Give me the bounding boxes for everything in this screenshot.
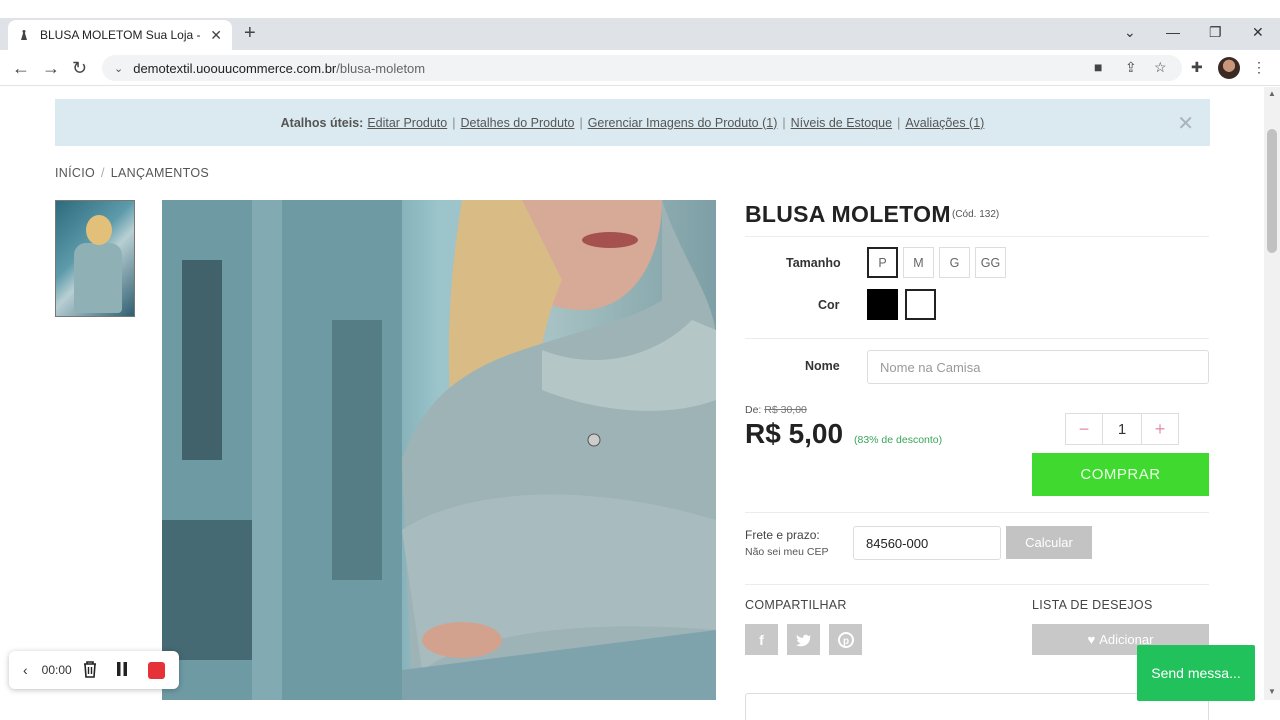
extensions-icon[interactable]: ✚ <box>1191 59 1203 76</box>
new-tab-button[interactable]: + <box>244 22 256 45</box>
window-close-icon[interactable]: ✕ <box>1252 24 1264 41</box>
wishlist-label: LISTA DE DESEJOS <box>1032 598 1153 612</box>
stop-recording-icon[interactable] <box>147 661 165 679</box>
back-icon[interactable]: ← <box>12 58 30 79</box>
profile-avatar[interactable] <box>1218 57 1240 79</box>
shortcuts-heading: Atalhos úteis: <box>280 115 364 130</box>
menu-icon[interactable]: ⋮ <box>1252 59 1266 76</box>
breadcrumb-category[interactable]: LANÇAMENTOS <box>111 166 209 180</box>
product-title: BLUSA MOLETOM <box>745 201 951 227</box>
page-content: Atalhos úteis: Editar Produto | Detalhes… <box>0 87 1264 720</box>
product-thumbnail[interactable] <box>55 200 135 317</box>
browser-tab[interactable]: BLUSA MOLETOM Sua Loja - O m ✕ <box>8 20 232 50</box>
tab-search-icon[interactable]: ⌄ <box>1124 24 1136 41</box>
camera-icon[interactable]: ■ <box>1094 59 1102 75</box>
url-path: /blusa-moletom <box>336 60 426 76</box>
discount-text: (83% de desconto) <box>854 434 943 446</box>
link-edit-product[interactable]: Editar Produto <box>367 116 447 130</box>
size-label: Tamanho <box>786 256 841 270</box>
recording-timer: 00:00 <box>41 663 72 677</box>
size-option-g[interactable]: G <box>939 247 970 278</box>
tab-bar: BLUSA MOLETOM Sua Loja - O m ✕ + ⌄ — ❐ ✕ <box>0 18 1280 50</box>
heart-icon: ♥ <box>1087 632 1096 647</box>
facebook-icon[interactable]: f <box>745 624 778 655</box>
twitter-icon[interactable] <box>787 624 820 655</box>
reload-icon[interactable]: ↻ <box>72 58 87 79</box>
address-bar[interactable]: ⌄ demotextil.uoouucommerce.com.br /blusa… <box>102 55 1182 81</box>
site-info-icon[interactable]: ⌄ <box>114 62 123 75</box>
collapse-chevron-icon[interactable]: ‹ <box>23 662 28 678</box>
pinterest-icon[interactable]: p <box>829 624 862 655</box>
size-option-p[interactable]: P <box>867 247 898 278</box>
size-option-gg[interactable]: GG <box>975 247 1006 278</box>
cep-input[interactable]: 84560-000 <box>853 526 1001 560</box>
minimize-icon[interactable]: — <box>1166 24 1180 40</box>
color-label: Cor <box>818 298 840 312</box>
send-message-chat-button[interactable]: Send messa... <box>1137 645 1255 701</box>
screen-recorder-widget: ‹ 00:00 <box>5 651 179 689</box>
shipping-label: Frete e prazo: <box>745 528 820 542</box>
forward-icon[interactable]: → <box>42 58 60 79</box>
product-main-image[interactable] <box>162 200 716 700</box>
delete-recording-icon[interactable] <box>82 660 98 681</box>
current-price: R$ 5,00 <box>745 418 844 449</box>
browser-toolbar: ← → ↻ ⌄ demotextil.uoouucommerce.com.br … <box>0 50 1280 86</box>
store-favicon-icon <box>18 29 30 41</box>
unknown-cep-link[interactable]: Não sei meu CEP <box>745 546 828 558</box>
url-domain: demotextil.uoouucommerce.com.br <box>133 60 337 76</box>
scroll-down-icon[interactable]: ▼ <box>1268 687 1276 696</box>
scroll-up-icon[interactable]: ▲ <box>1268 89 1276 98</box>
calculate-shipping-button[interactable]: Calcular <box>1006 526 1092 559</box>
svg-text:p: p <box>843 636 849 647</box>
page-scrollbar[interactable]: ▲ ▼ <box>1264 87 1280 700</box>
shortcuts-bar: Atalhos úteis: Editar Produto | Detalhes… <box>55 99 1210 146</box>
name-on-shirt-input[interactable]: Nome na Camisa <box>867 350 1209 384</box>
link-product-details[interactable]: Detalhes do Produto <box>460 116 574 130</box>
share-label: COMPARTILHAR <box>745 598 847 612</box>
link-manage-images[interactable]: Gerenciar Imagens do Produto (1) <box>588 116 778 130</box>
pause-recording-icon[interactable] <box>116 661 128 680</box>
breadcrumb-home[interactable]: INÍCIO <box>55 166 95 180</box>
tab-close-icon[interactable]: ✕ <box>210 27 222 44</box>
link-reviews[interactable]: Avaliações (1) <box>905 116 984 130</box>
product-code: (Cód. 132) <box>952 209 1000 220</box>
tab-title: BLUSA MOLETOM Sua Loja - O m <box>40 28 204 42</box>
size-option-m[interactable]: M <box>903 247 934 278</box>
color-swatch-black[interactable] <box>867 289 898 320</box>
breadcrumb: INÍCIO / LANÇAMENTOS <box>55 166 210 180</box>
quantity-stepper: − 1 + <box>1065 413 1179 445</box>
share-icon[interactable]: ⇪ <box>1125 59 1137 76</box>
shortcuts-close-icon[interactable]: ✕ <box>1177 111 1194 136</box>
bookmark-star-icon[interactable]: ☆ <box>1154 59 1167 76</box>
color-swatch-white[interactable] <box>905 289 936 320</box>
quantity-decrease-button[interactable]: − <box>1066 414 1102 444</box>
quantity-increase-button[interactable]: + <box>1142 414 1178 444</box>
buy-button[interactable]: COMPRAR <box>1032 453 1209 496</box>
old-price: De: R$ 30,00 <box>745 404 807 416</box>
restore-icon[interactable]: ❐ <box>1209 24 1222 41</box>
quantity-input[interactable]: 1 <box>1102 414 1142 444</box>
link-stock-levels[interactable]: Níveis de Estoque <box>791 116 892 130</box>
scrollbar-thumb[interactable] <box>1267 129 1277 253</box>
name-label: Nome <box>805 359 840 373</box>
old-price-value: R$ 30,00 <box>764 404 807 416</box>
